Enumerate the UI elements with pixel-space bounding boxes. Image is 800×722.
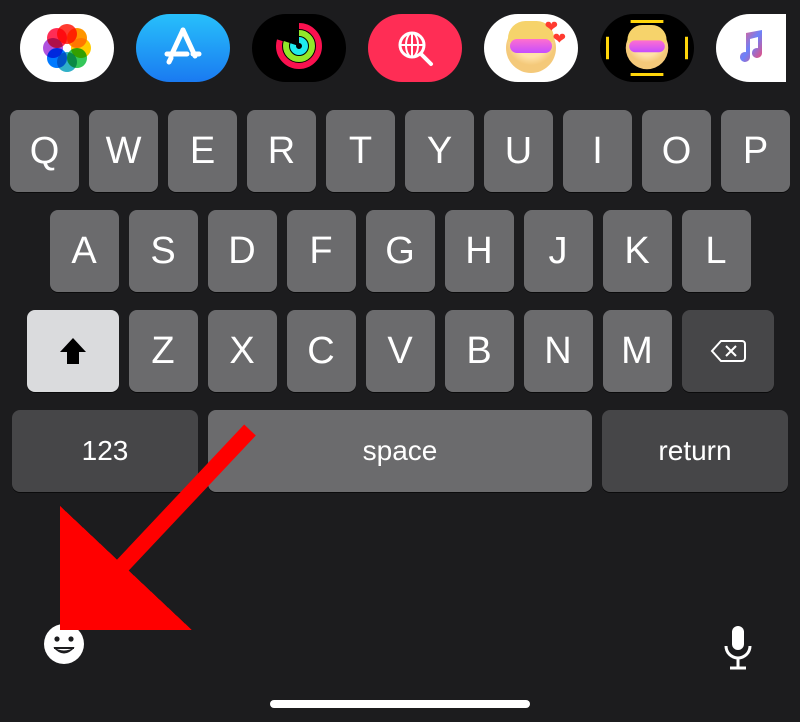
activity-rings-icon <box>275 22 323 75</box>
key-d[interactable]: D <box>208 210 277 292</box>
key-k[interactable]: K <box>603 210 672 292</box>
key-a[interactable]: A <box>50 210 119 292</box>
home-indicator[interactable] <box>270 700 530 708</box>
keyboard-row-2: A S D F G H J K L <box>10 210 790 292</box>
music-note-icon <box>730 25 772 72</box>
key-h[interactable]: H <box>445 210 514 292</box>
emoji-smile-icon <box>42 622 86 666</box>
music-app-icon[interactable] <box>716 14 786 82</box>
space-key[interactable]: space <box>208 410 592 492</box>
memoji-hearts-icon[interactable]: ❤❤ <box>484 14 578 82</box>
key-t[interactable]: T <box>326 110 395 192</box>
keyboard-bottom-row: 123 space return <box>10 410 790 492</box>
scan-frame-icon <box>606 20 688 76</box>
key-o[interactable]: O <box>642 110 711 192</box>
app-store-icon[interactable] <box>136 14 230 82</box>
key-y[interactable]: Y <box>405 110 474 192</box>
key-g[interactable]: G <box>366 210 435 292</box>
memoji-avatar-icon: ❤❤ <box>506 23 556 73</box>
photos-app-icon[interactable] <box>20 14 114 82</box>
key-i[interactable]: I <box>563 110 632 192</box>
key-x[interactable]: X <box>208 310 277 392</box>
numbers-key[interactable]: 123 <box>12 410 198 492</box>
find-app-icon[interactable] <box>368 14 462 82</box>
keyboard-footer <box>0 604 800 722</box>
key-r[interactable]: R <box>247 110 316 192</box>
ios-keyboard: Q W E R T Y U I O P A S D F G H J K L Z … <box>0 98 800 492</box>
key-f[interactable]: F <box>287 210 356 292</box>
keyboard-row-3: Z X C V B N M <box>10 310 790 392</box>
search-globe-icon <box>395 28 435 68</box>
emoji-keyboard-button[interactable] <box>42 622 86 666</box>
microphone-icon <box>718 622 758 672</box>
key-e[interactable]: E <box>168 110 237 192</box>
shift-arrow-icon <box>56 334 90 368</box>
memoji-scan-icon[interactable] <box>600 14 694 82</box>
backspace-key[interactable] <box>682 310 774 392</box>
key-w[interactable]: W <box>89 110 158 192</box>
key-n[interactable]: N <box>524 310 593 392</box>
app-store-a-icon <box>161 24 205 73</box>
key-l[interactable]: L <box>682 210 751 292</box>
key-s[interactable]: S <box>129 210 198 292</box>
photos-flower-icon <box>44 25 90 71</box>
key-z[interactable]: Z <box>129 310 198 392</box>
key-q[interactable]: Q <box>10 110 79 192</box>
return-key[interactable]: return <box>602 410 788 492</box>
keyboard-row-1: Q W E R T Y U I O P <box>10 110 790 192</box>
fitness-app-icon[interactable] <box>252 14 346 82</box>
key-b[interactable]: B <box>445 310 514 392</box>
key-c[interactable]: C <box>287 310 356 392</box>
key-m[interactable]: M <box>603 310 672 392</box>
key-u[interactable]: U <box>484 110 553 192</box>
backspace-icon <box>708 331 748 371</box>
key-v[interactable]: V <box>366 310 435 392</box>
key-p[interactable]: P <box>721 110 790 192</box>
key-j[interactable]: J <box>524 210 593 292</box>
dictation-button[interactable] <box>718 622 758 672</box>
shift-key[interactable] <box>27 310 119 392</box>
imessage-app-strip: ❤❤ <box>0 0 800 98</box>
